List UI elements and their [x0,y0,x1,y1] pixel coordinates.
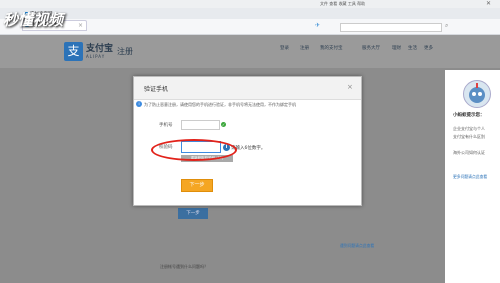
sidebar-title: 小蚂蚁提示您： [453,113,485,118]
sidebar-line[interactable]: 支付宝有什么区别 [453,134,485,140]
annotation-circle [151,139,237,161]
background-next-button: 下一步 [178,208,208,219]
phone-label: 手机号 [159,123,173,128]
ant-mascot-icon [463,80,491,108]
nav-register[interactable]: 注册 [300,45,309,51]
next-button[interactable]: 下一步 [181,179,213,192]
browser-tab-bar: 支付宝官网 [0,8,500,19]
close-tab-icon[interactable]: × [78,22,83,29]
watermark-logo: 秒懂视频 [3,11,64,29]
send-icon[interactable]: ✈ [315,22,320,29]
dialog-info-text: 为了防止恶意注册，请使用您的手机进行验证，非手机号将无法使用，不作为绑定手机 [144,102,296,107]
nav-finance[interactable]: 理财 [392,45,401,51]
window-close-icon[interactable]: ✕ [486,0,491,7]
nav-life[interactable]: 生活 [408,45,417,51]
close-icon[interactable]: × [347,84,353,91]
site-nav: 登录 注册 我的支付宝 服务大厅 理财 生活 更多 [280,45,440,51]
menu-view[interactable]: 查看 [329,1,337,6]
nav-login[interactable]: 登录 [280,45,289,51]
phone-field[interactable] [181,120,220,130]
check-icon: ✓ [221,122,226,127]
browser-title-bar: 文件 查看 收藏 工具 帮助 ✕ [0,0,500,8]
menu-tools[interactable]: 工具 [348,1,356,6]
verify-phone-dialog: 验证手机 × i 为了防止恶意注册，请使用您的手机进行验证，非手机号将无法使用，… [133,76,362,206]
alipay-logo-icon[interactable]: 支 [64,42,83,61]
menu-favorites[interactable]: 收藏 [339,1,347,6]
footer-text[interactable]: 注册帐号遇到什么问题吗？ [160,264,208,270]
search-icon[interactable]: ⌕ [445,22,448,30]
brand-en: ALIPAY [86,54,106,59]
dialog-title: 验证手机 [144,86,169,93]
section-title: 注册 [117,47,133,56]
sidebar-line[interactable]: 海外公司如何认证 [453,150,485,156]
sidebar-line[interactable]: 企业支付宝与个人 [453,126,485,132]
search-input[interactable] [340,23,442,32]
browser-menu[interactable]: 文件 查看 收藏 工具 帮助 [320,1,365,7]
browser-toolbar: 注册 - 支付宝 × ✈ ⌕ [0,19,500,35]
info-icon: i [136,101,142,107]
sidebar-more-link[interactable]: 更多问题请点此查看 [453,174,487,180]
dialog-header: 验证手机 × [134,77,361,100]
help-link[interactable]: 遇到问题请点此查看 [340,243,374,249]
nav-my-alipay[interactable]: 我的支付宝 [320,45,343,51]
brand-name: 支付宝 [86,44,114,54]
nav-more[interactable]: 更多 [424,45,433,51]
menu-help[interactable]: 帮助 [357,1,365,6]
menu-file[interactable]: 文件 [320,1,328,6]
nav-service-hall[interactable]: 服务大厅 [362,45,380,51]
